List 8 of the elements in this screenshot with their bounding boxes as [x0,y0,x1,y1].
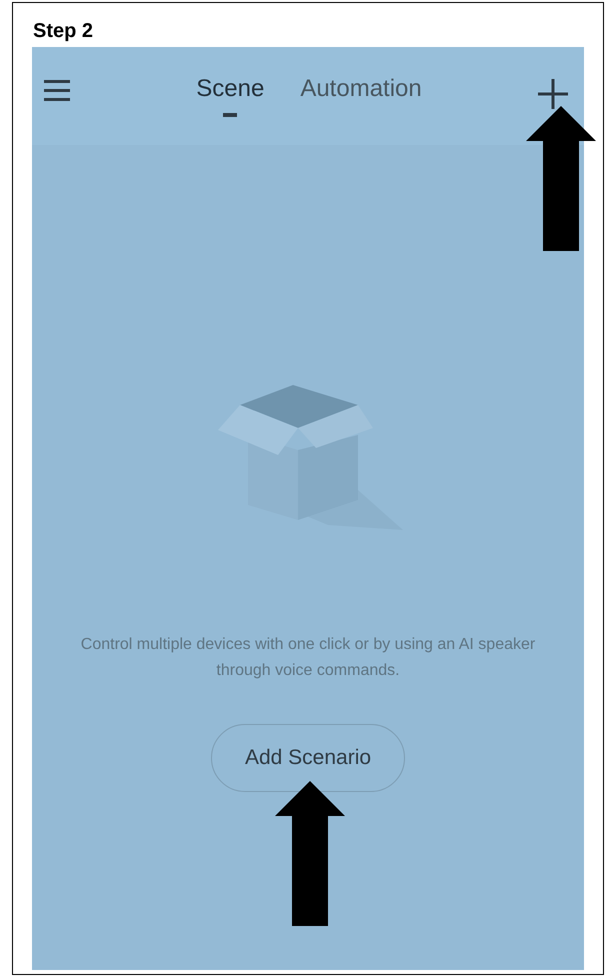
up-arrow-icon [275,781,345,926]
up-arrow-icon [526,106,596,251]
tab[interactable]: Scene [196,77,264,117]
menu-icon[interactable] [44,79,70,103]
empty-state-message: Control multiple devices with one click or by using an AI speaker through voice commands. [80,635,536,681]
step-title: Step 2 [32,19,94,44]
tab[interactable]: Automation [300,77,422,117]
add-icon[interactable] [538,79,568,109]
